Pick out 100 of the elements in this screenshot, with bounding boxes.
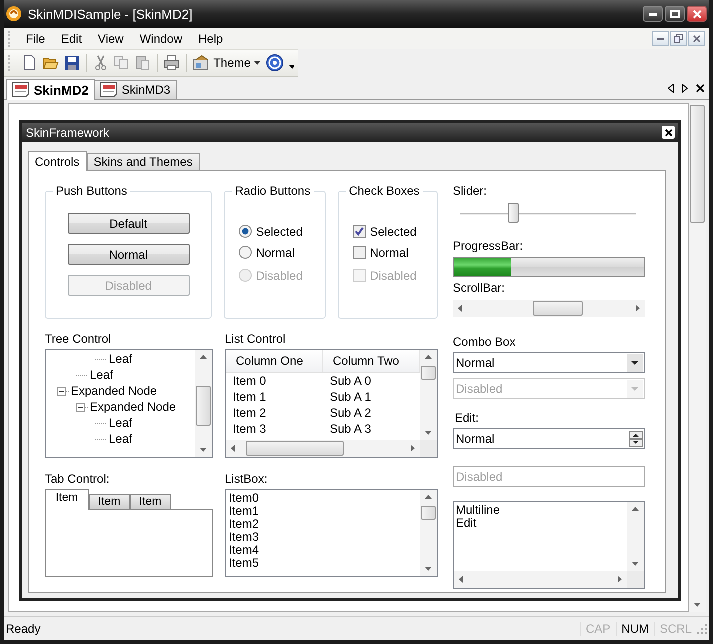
checkbox-label: Disabled xyxy=(370,268,417,282)
tab[interactable]: Skins and Themes xyxy=(86,153,200,170)
close-icon[interactable] xyxy=(696,84,705,92)
scroll-up-arrow-icon[interactable] xyxy=(425,355,432,359)
scroll-right-arrow-icon[interactable] xyxy=(411,445,415,452)
slider-thumb[interactable] xyxy=(508,203,519,223)
horizontal-scrollbar[interactable] xyxy=(453,300,645,317)
close-icon xyxy=(692,10,702,18)
list-item[interactable]: Item2 xyxy=(229,518,417,531)
scroll-right-arrow-icon[interactable] xyxy=(636,305,640,312)
scroll-left-arrow-icon[interactable] xyxy=(458,305,462,312)
scroll-up-arrow-icon[interactable] xyxy=(632,507,639,511)
list-item[interactable]: Item3 xyxy=(229,531,417,544)
scroll-right-icon[interactable] xyxy=(682,84,688,92)
scroll-down-arrow-icon[interactable] xyxy=(425,431,432,435)
tree-item[interactable]: Expanded Node xyxy=(90,400,176,414)
scrollbar-thumb[interactable] xyxy=(533,301,583,316)
radio-button[interactable] xyxy=(239,225,252,238)
theme-dropdown-button[interactable]: Theme xyxy=(192,55,261,71)
menu-item[interactable]: Help xyxy=(190,32,232,46)
resize-grip-icon[interactable] xyxy=(697,624,707,634)
checkbox-label: Normal xyxy=(370,246,409,260)
list-box[interactable]: Item0 Item1 Item2 Item3 Item4 Item5 xyxy=(225,489,438,577)
scroll-down-arrow-icon[interactable] xyxy=(425,567,432,571)
scroll-left-arrow-icon[interactable] xyxy=(459,576,463,583)
paste-icon[interactable] xyxy=(135,55,152,71)
table-cell-text: Item 1 xyxy=(232,390,268,404)
menu-item[interactable]: Edit xyxy=(53,32,90,46)
scroll-up-arrow-icon[interactable] xyxy=(425,495,432,499)
minimize-button[interactable] xyxy=(652,31,669,46)
vertical-scrollbar[interactable] xyxy=(420,490,437,576)
list-item[interactable]: Item0 xyxy=(229,492,417,505)
menu-item[interactable]: View xyxy=(90,32,132,46)
document-tab[interactable]: SkinMD3 xyxy=(94,80,177,99)
tab[interactable]: Item xyxy=(45,489,89,510)
tree-item[interactable]: Leaf xyxy=(109,416,132,430)
window-title: SkinMDISample - [SkinMD2] xyxy=(28,6,194,22)
caret-icon[interactable] xyxy=(288,65,294,69)
horizontal-scrollbar[interactable] xyxy=(226,440,420,457)
scrollbar-thumb[interactable] xyxy=(421,506,436,520)
checkbox[interactable] xyxy=(353,246,366,259)
scrollbar-thumb[interactable] xyxy=(421,366,436,380)
spin-arrows-icon[interactable] xyxy=(629,430,643,446)
radio-label: Selected xyxy=(256,224,303,238)
scroll-right-arrow-icon[interactable] xyxy=(618,576,622,583)
list-view[interactable]: Column One Column Two Item 0 Sub A 0 Item 1 Sub A 1 Item 2 Sub A 2 Item 3 Sub A 3 xyxy=(225,349,438,458)
vertical-scrollbar[interactable] xyxy=(627,502,644,571)
scroll-down-arrow-icon[interactable] xyxy=(632,562,639,566)
scroll-down-arrow-icon[interactable] xyxy=(200,448,207,452)
scrollbar-thumb[interactable] xyxy=(196,386,211,426)
scroll-up-arrow-icon[interactable] xyxy=(200,355,207,359)
tree-view[interactable]: Leaf Leaf Expanded Node Expanded Node Leaf Leaf xyxy=(45,349,213,458)
tree-item[interactable]: Leaf xyxy=(109,352,132,366)
tree-item[interactable]: Leaf xyxy=(109,432,132,446)
collapse-icon[interactable] xyxy=(76,402,85,412)
vertical-scrollbar[interactable] xyxy=(420,350,437,440)
list-item[interactable]: Item4 xyxy=(229,544,417,557)
printer-icon[interactable] xyxy=(164,55,180,71)
restore-button[interactable] xyxy=(670,31,687,46)
maximize-button[interactable] xyxy=(665,6,685,22)
tab[interactable]: Item xyxy=(89,494,130,509)
list-item[interactable]: Item5 xyxy=(229,557,417,570)
radio-label: Normal xyxy=(256,246,295,260)
menu-item[interactable]: File xyxy=(18,32,54,46)
section-label: ListBox: xyxy=(225,472,269,488)
section-label: Tree Control xyxy=(45,332,112,348)
tab[interactable]: Controls xyxy=(28,151,87,171)
text-area[interactable]: Multiline Edit xyxy=(453,501,645,589)
tree-item[interactable]: Expanded Node xyxy=(71,384,158,398)
help-icon[interactable] xyxy=(266,54,284,72)
vertical-scrollbar[interactable] xyxy=(195,350,212,457)
table-cell-text: Sub A 3 xyxy=(329,422,372,436)
vertical-scrollbar[interactable] xyxy=(689,103,706,612)
horizontal-scrollbar[interactable] xyxy=(454,571,627,588)
scrollbar-corner xyxy=(627,571,644,588)
group-title: Check Boxes xyxy=(348,184,421,198)
collapse-icon[interactable] xyxy=(57,386,66,396)
list-item[interactable]: Item1 xyxy=(229,505,417,518)
tree-item[interactable]: Leaf xyxy=(90,368,114,382)
new-document-icon[interactable] xyxy=(22,55,38,71)
scroll-left-arrow-icon[interactable] xyxy=(231,445,235,452)
menu-item[interactable]: Window xyxy=(132,32,191,46)
push-button[interactable]: Default xyxy=(68,213,190,234)
scrollbar-thumb[interactable] xyxy=(690,105,705,223)
save-icon[interactable] xyxy=(64,55,80,71)
combo-box[interactable]: Normal xyxy=(453,352,645,373)
tab[interactable]: Item xyxy=(130,494,171,509)
minimize-button[interactable] xyxy=(643,6,663,22)
scroll-down-arrow-icon[interactable] xyxy=(694,603,701,607)
checkbox[interactable] xyxy=(353,225,366,238)
close-button[interactable] xyxy=(662,126,675,139)
scroll-left-icon[interactable] xyxy=(668,84,674,92)
scrollbar-thumb[interactable] xyxy=(246,441,344,456)
spin-field[interactable]: Normal xyxy=(453,428,645,449)
cut-icon[interactable] xyxy=(93,55,110,71)
push-button[interactable]: Normal xyxy=(68,244,190,265)
close-button[interactable] xyxy=(687,6,707,22)
document-tab[interactable]: SkinMD2 xyxy=(6,79,95,100)
radio-button[interactable] xyxy=(239,246,252,259)
column-header[interactable]: Column One xyxy=(226,350,323,372)
